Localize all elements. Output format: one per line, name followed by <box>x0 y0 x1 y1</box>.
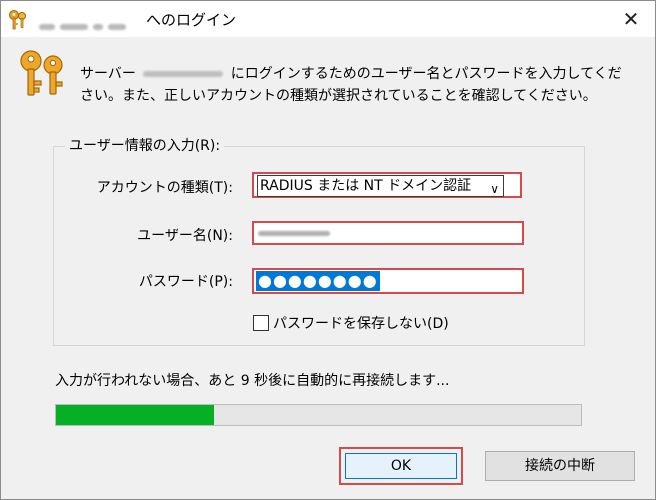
password-mask: ●●●●●●●● <box>256 271 380 291</box>
save-password-checkbox[interactable] <box>253 315 269 331</box>
ok-highlight: OK <box>339 447 463 485</box>
window-title: へのログイン <box>146 11 237 29</box>
password-label: パスワード(P): <box>138 274 233 290</box>
blurred-username <box>258 231 330 236</box>
progress-fill <box>56 405 214 425</box>
chevron-down-icon: ∨ <box>490 182 499 196</box>
intro-part1: サーバー <box>80 66 136 82</box>
login-dialog: へのログイン ✕ サーバー にログインするためのユーザー名とパスワードを入力して… <box>0 0 656 500</box>
account-type-value: RADIUS または NT ドメイン認証 <box>260 178 472 194</box>
title-bar: へのログイン ✕ <box>1 1 655 37</box>
save-password-label[interactable]: パスワードを保存しない(D) <box>273 313 449 333</box>
ok-button[interactable]: OK <box>345 453 457 479</box>
blurred-server-name <box>39 15 141 30</box>
username-label: ユーザー名(N): <box>137 228 233 244</box>
keys-icon <box>9 10 26 30</box>
account-type-select[interactable]: RADIUS または NT ドメイン認証 ∨ <box>252 172 522 198</box>
abort-connection-button[interactable]: 接続の中断 <box>485 451 635 481</box>
account-type-label: アカウントの種類(T): <box>96 180 233 196</box>
group-title: ユーザー情報の入力(R): <box>65 135 225 155</box>
keys-icon <box>20 50 63 96</box>
password-field[interactable]: ●●●●●●●● <box>252 268 524 294</box>
instruction-text: サーバー にログインするためのユーザー名とパスワードを入力してくだ さい。また、… <box>80 63 640 107</box>
blurred-server-name <box>143 71 224 77</box>
username-field[interactable] <box>252 221 524 245</box>
progress-bar <box>55 404 582 426</box>
close-button[interactable]: ✕ <box>617 5 645 33</box>
intro-part2: にログインするためのユーザー名とパスワードを入力してくだ <box>230 66 622 82</box>
intro-part3: さい。また、正しいアカウントの種類が選択されていることを確認してください。 <box>80 88 597 104</box>
reconnect-countdown: 入力が行われない場合、あと 9 秒後に自動的に再接続します... <box>55 373 450 389</box>
